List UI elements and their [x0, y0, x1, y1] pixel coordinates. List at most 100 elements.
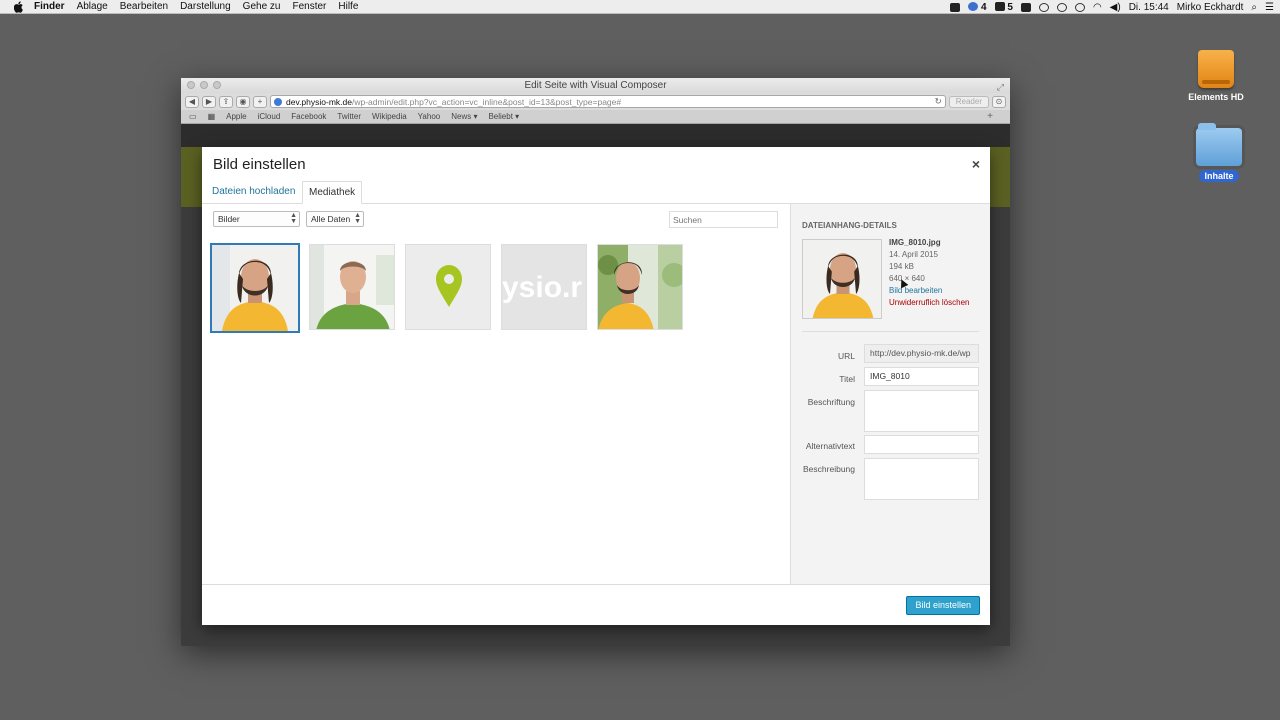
attachment-thumb[interactable]: ✔ [210, 243, 300, 333]
reader-button[interactable]: Reader [948, 95, 989, 108]
url-field[interactable]: http://dev.physio-mk.de/wp [864, 344, 979, 363]
logo-text: ysio.r [502, 271, 582, 304]
vc-toolbar [181, 124, 1010, 147]
menu-fenster[interactable]: Fenster [292, 1, 326, 12]
attachment-thumb[interactable] [405, 244, 491, 330]
tray-count-b-value: 5 [1007, 1, 1013, 13]
reload-icon[interactable]: ↻ [931, 96, 942, 107]
desktop-folder-label: Inhalte [1199, 170, 1239, 182]
search-input[interactable] [669, 211, 778, 228]
filter-type-value: Bilder [218, 214, 240, 224]
folder-icon [1196, 123, 1242, 166]
zoom-window-icon[interactable] [213, 81, 221, 89]
bookmark-icloud[interactable]: iCloud [258, 112, 281, 121]
title-field[interactable]: IMG_8010 [864, 367, 979, 386]
caption-label: Beschriftung [807, 397, 855, 407]
apple-icon[interactable] [12, 0, 26, 13]
menu-clock[interactable]: Di. 15:44 [1129, 2, 1169, 13]
details-heading: DATEIANHANG-DETAILS [802, 221, 897, 230]
sync-icon[interactable] [1038, 2, 1049, 12]
wifi-icon[interactable]: ◠ [1093, 2, 1102, 13]
bookmark-news[interactable]: News ▾ [451, 112, 477, 121]
map-pin-icon [406, 245, 490, 329]
forward-icon[interactable]: ▶ [202, 95, 216, 108]
portrait-image [212, 245, 298, 331]
desktop-folder[interactable]: Inhalte [1184, 123, 1254, 182]
details-filesize: 194 kB [889, 262, 914, 271]
url-label: URL [837, 351, 855, 361]
notification-center-icon[interactable]: ☰ [1265, 2, 1274, 13]
details-filename: IMG_8010.jpg [889, 238, 941, 247]
menu-extras: 4 5 ◠ ◀) Di. 15:44 Mirko Eckhardt ⌕ ☰ [942, 0, 1274, 14]
details-info: IMG_8010.jpg 14. April 2015 194 kB 640 ×… [889, 237, 969, 309]
bookmark-yahoo[interactable]: Yahoo [418, 112, 441, 121]
minimize-window-icon[interactable] [200, 81, 208, 89]
delete-permanently-link[interactable]: Unwiderruflich löschen [889, 297, 969, 309]
new-tab-icon[interactable]: + [987, 111, 993, 122]
top-sites-icon[interactable]: ▦ [208, 112, 216, 121]
attachment-thumb[interactable] [309, 244, 395, 330]
portrait-image [803, 240, 881, 318]
spotlight-icon[interactable]: ⌕ [1251, 2, 1257, 13]
menu-bearbeiten[interactable]: Bearbeiten [120, 1, 168, 12]
portrait-image [310, 245, 394, 329]
time-machine-icon[interactable] [1056, 2, 1067, 12]
menu-bar: Finder Ablage Bearbeiten Darstellung Geh… [0, 0, 1280, 14]
fullscreen-icon[interactable]: ⤢ [997, 80, 1004, 95]
usb-drive-icon [1198, 50, 1234, 88]
reading-list-icon[interactable]: ▭ [189, 112, 197, 121]
add-tab-icon[interactable]: + [253, 95, 267, 108]
window-title: Edit Seite with Visual Composer [524, 80, 667, 91]
tab-upload[interactable]: Dateien hochladen [206, 181, 301, 204]
tab-library[interactable]: Mediathek [302, 181, 363, 204]
address-bar[interactable]: dev.physio-mk.de /wp-admin/edit.php?vc_a… [270, 95, 946, 108]
volume-icon[interactable]: ◀) [1110, 2, 1121, 13]
desktop-drive[interactable]: Elements HD [1181, 50, 1251, 102]
checkmark-icon[interactable]: ✔ [298, 243, 300, 257]
title-label: Titel [839, 374, 855, 384]
window-titlebar[interactable]: Edit Seite with Visual Composer ⤢ [181, 78, 1010, 93]
media-filters: Bilder ▲ ▼ Alle Daten ▲ ▼ [213, 211, 364, 227]
menu-darstellung[interactable]: Darstellung [180, 1, 231, 12]
filter-date-select[interactable]: Alle Daten ▲ ▼ [306, 211, 364, 227]
portrait-image [598, 245, 682, 329]
close-icon[interactable]: × [972, 156, 980, 172]
logo-image: ysio.r [502, 245, 586, 329]
tray-count-a[interactable]: 4 [968, 2, 987, 13]
bookmark-facebook[interactable]: Facebook [291, 112, 326, 121]
downloads-icon[interactable]: ⊙ [992, 95, 1006, 108]
menu-user[interactable]: Mirko Eckhardt [1177, 2, 1244, 13]
browser-toolbar: ◀ ▶ ⇪ ◉ + dev.physio-mk.de /wp-admin/edi… [181, 93, 1010, 110]
menu-finder[interactable]: Finder [34, 1, 65, 12]
filter-date-value: Alle Daten [311, 214, 351, 224]
menu-ablage[interactable]: Ablage [77, 1, 108, 12]
history-icon[interactable]: ◉ [236, 95, 250, 108]
dropbox-icon[interactable] [1020, 2, 1031, 12]
tray-count-b[interactable]: 5 [994, 1, 1013, 13]
bookmark-twitter[interactable]: Twitter [337, 112, 361, 121]
details-date: 14. April 2015 [889, 250, 938, 259]
media-modal: Bild einstellen × Dateien hochladen Medi… [202, 147, 990, 625]
close-window-icon[interactable] [187, 81, 195, 89]
menu-gehe-zu[interactable]: Gehe zu [243, 1, 281, 12]
bookmark-beliebt[interactable]: Beliebt ▾ [488, 112, 519, 121]
bluetooth-icon[interactable] [1074, 2, 1085, 12]
bookmark-apple[interactable]: Apple [226, 112, 246, 121]
select-arrows-icon: ▲ ▼ [290, 212, 297, 225]
set-image-button[interactable]: Bild einstellen [906, 596, 980, 615]
globe-icon [274, 97, 282, 106]
back-icon[interactable]: ◀ [185, 95, 199, 108]
menu-hilfe[interactable]: Hilfe [338, 1, 358, 12]
caption-textarea[interactable] [864, 390, 979, 432]
attachment-details-sidebar: DATEIANHANG-DETAILS IMG_8010.jpg 14. Apr… [790, 204, 990, 585]
attachment-thumb[interactable] [597, 244, 683, 330]
attachment-thumb[interactable]: ysio.r [501, 244, 587, 330]
details-divider [802, 331, 979, 332]
share-icon[interactable]: ⇪ [219, 95, 233, 108]
bookmark-wikipedia[interactable]: Wikipedia [372, 112, 407, 121]
filter-type-select[interactable]: Bilder ▲ ▼ [213, 211, 300, 227]
description-textarea[interactable] [864, 458, 979, 500]
alt-text-field[interactable] [864, 435, 979, 454]
camera-icon[interactable] [950, 2, 961, 12]
select-arrows-icon: ▲ ▼ [354, 212, 361, 225]
